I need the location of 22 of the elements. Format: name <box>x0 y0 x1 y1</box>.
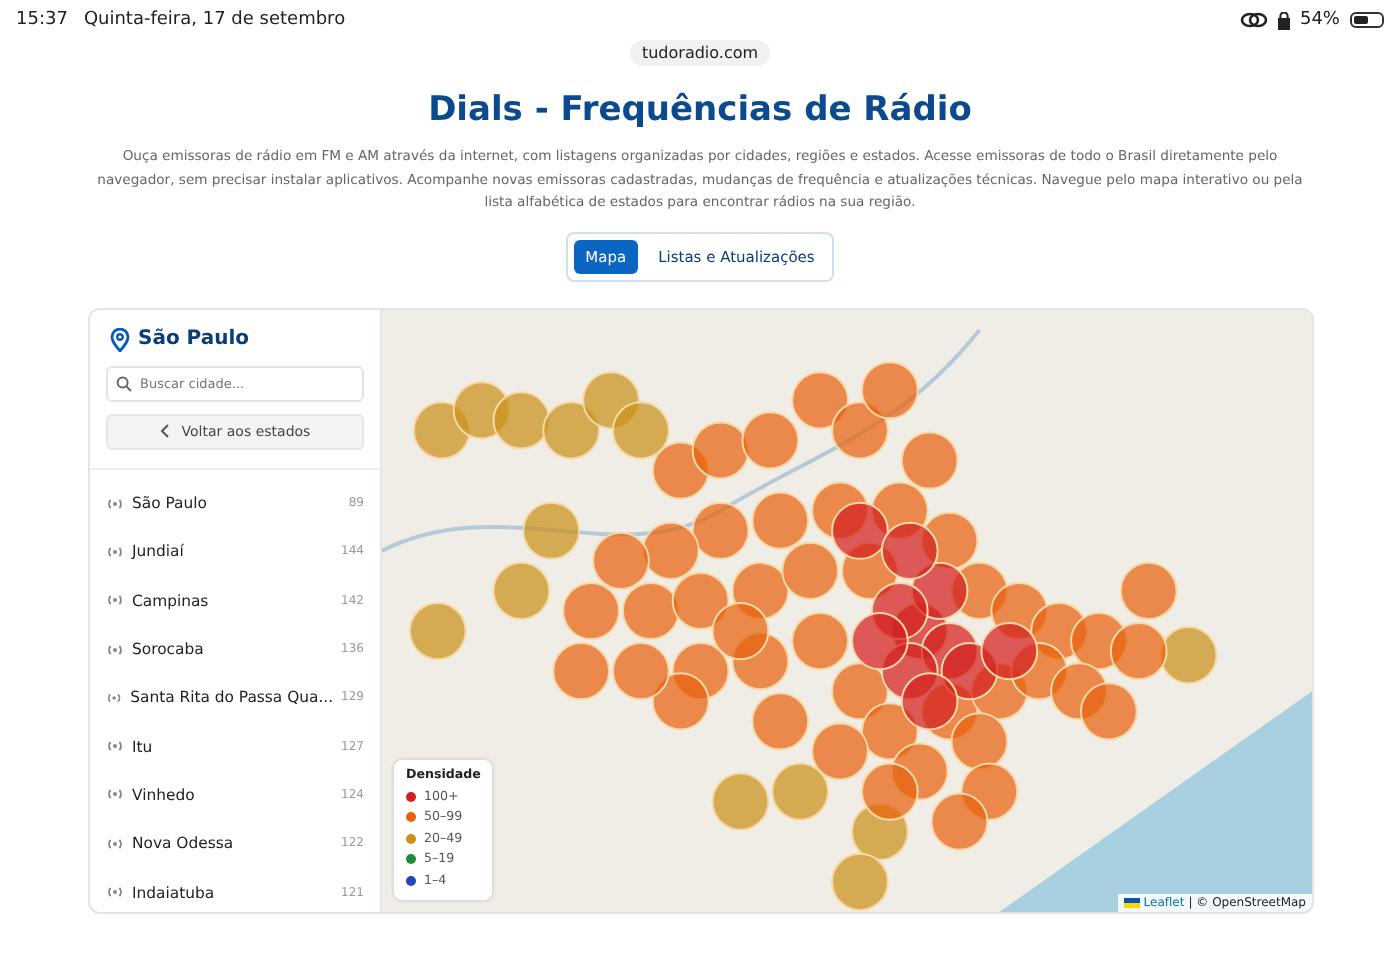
radio-wave-icon <box>106 643 124 656</box>
chevron-left-icon <box>159 424 170 438</box>
battery-icon <box>1354 16 1380 24</box>
search-icon <box>116 375 132 391</box>
radio-wave-icon <box>106 740 124 753</box>
radio-wave-icon <box>106 788 124 801</box>
status-date: Quinta-feira, 17 de setembro <box>83 10 346 30</box>
radio-wave-icon <box>106 594 124 607</box>
radio-wave-icon <box>106 837 124 850</box>
lock-icon <box>1277 11 1290 29</box>
flag-icon <box>1123 897 1140 907</box>
state-title: São Paulo <box>138 328 250 350</box>
battery-percentage: 54% <box>1299 10 1340 30</box>
radio-wave-icon <box>106 886 124 899</box>
radio-wave-icon <box>106 497 124 510</box>
radio-wave-icon <box>106 691 123 704</box>
location-pin-icon <box>110 327 130 351</box>
status-time: 15:37 <box>16 10 68 30</box>
cast-icon <box>1239 12 1268 28</box>
radio-wave-icon <box>106 545 124 558</box>
url-pill[interactable]: tudoradio.com <box>629 40 771 66</box>
page-title: Dials - Frequências de Rádio <box>426 90 974 130</box>
